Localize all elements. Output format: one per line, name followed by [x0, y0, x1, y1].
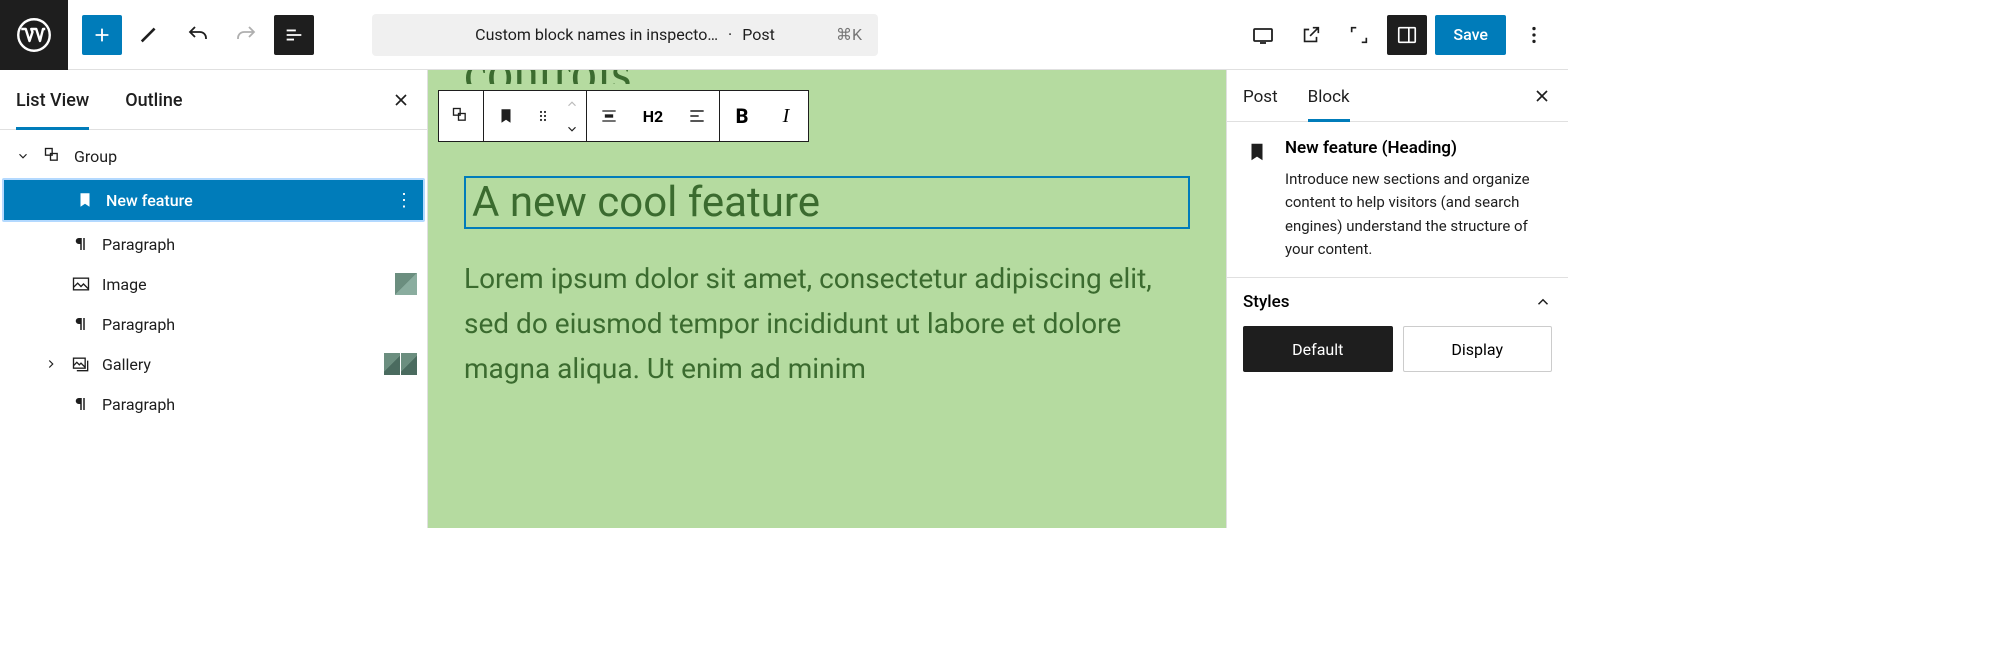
select-parent-button[interactable]	[439, 91, 483, 141]
block-card-description: Introduce new sections and organize cont…	[1285, 168, 1552, 261]
gallery-icon	[70, 354, 92, 374]
save-button[interactable]: Save	[1435, 15, 1506, 55]
tree-item-label: Image	[102, 275, 147, 294]
style-variant-display[interactable]: Display	[1403, 326, 1553, 372]
tab-outline[interactable]: Outline	[125, 90, 182, 129]
chevron-down-icon[interactable]	[14, 149, 32, 163]
block-type-button[interactable]	[484, 91, 528, 141]
tree-item-label: Paragraph	[102, 315, 175, 334]
command-shortcut: ⌘K	[836, 25, 862, 44]
tree-item-image[interactable]: Image	[0, 264, 427, 304]
paragraph-icon	[70, 315, 92, 333]
paragraph-icon	[70, 395, 92, 413]
styles-panel: Styles Default Display	[1227, 277, 1568, 388]
tools-button[interactable]	[130, 15, 170, 55]
gallery-thumbnail	[383, 353, 417, 375]
close-sidebar-button[interactable]	[1532, 86, 1552, 106]
italic-button[interactable]: I	[764, 91, 808, 141]
editor-canvas[interactable]: controls H2 B I	[428, 70, 1226, 528]
sidebar-tabs: Post Block	[1227, 70, 1568, 122]
tree-item-label: Paragraph	[102, 395, 175, 414]
partial-text-above: controls	[464, 70, 1190, 84]
view-button[interactable]	[1243, 15, 1283, 55]
topbar-right-tools: Save	[1243, 15, 1568, 55]
tab-list-view[interactable]: List View	[16, 90, 89, 129]
group-icon	[42, 146, 64, 166]
bold-button[interactable]: B	[720, 91, 764, 141]
command-center[interactable]: Custom block names in inspecto… · Post ⌘…	[372, 14, 878, 56]
heading-level-button[interactable]: H2	[631, 91, 675, 141]
topbar-left-tools	[68, 15, 328, 55]
tree-item-label: Group	[74, 147, 117, 166]
text-align-button[interactable]	[675, 91, 719, 141]
document-type: Post	[742, 25, 775, 44]
external-preview-button[interactable]	[1291, 15, 1331, 55]
block-mover	[558, 91, 586, 141]
redo-button[interactable]	[226, 15, 266, 55]
style-variants: Default Display	[1227, 326, 1568, 388]
chevron-up-icon	[1534, 293, 1552, 311]
undo-button[interactable]	[178, 15, 218, 55]
document-type-separator: ·	[728, 25, 732, 44]
document-overview-button[interactable]	[274, 15, 314, 55]
settings-sidebar: Post Block New feature (Heading) Introdu…	[1226, 70, 1568, 528]
image-thumbnail	[395, 273, 417, 295]
tree-item-group[interactable]: Group	[0, 136, 427, 176]
block-card-title: New feature (Heading)	[1285, 138, 1552, 158]
tree-item-gallery[interactable]: Gallery	[0, 344, 427, 384]
tab-block[interactable]: Block	[1308, 87, 1350, 121]
align-button[interactable]	[587, 91, 631, 141]
styles-label: Styles	[1243, 292, 1289, 312]
chevron-right-icon[interactable]	[42, 357, 60, 371]
editor-topbar: Custom block names in inspecto… · Post ⌘…	[0, 0, 1568, 70]
move-up-button[interactable]	[558, 91, 586, 116]
options-menu-button[interactable]	[1514, 15, 1554, 55]
paragraph-icon	[70, 235, 92, 253]
move-down-button[interactable]	[558, 116, 586, 141]
document-overview-panel: List View Outline Group New feature ⋮ Pa…	[0, 70, 428, 528]
editor-main: List View Outline Group New feature ⋮ Pa…	[0, 70, 1568, 528]
heading-text[interactable]: A new cool feature	[472, 178, 1182, 227]
overview-tabs: List View Outline	[0, 70, 427, 130]
tree-item-paragraph[interactable]: Paragraph	[0, 384, 427, 424]
styles-panel-toggle[interactable]: Styles	[1227, 278, 1568, 326]
image-icon	[70, 274, 92, 294]
tree-item-paragraph[interactable]: Paragraph	[0, 304, 427, 344]
heading-block[interactable]: A new cool feature	[464, 176, 1190, 229]
tab-post[interactable]: Post	[1243, 87, 1278, 121]
settings-sidebar-toggle[interactable]	[1387, 15, 1427, 55]
paragraph-block[interactable]: Lorem ipsum dolor sit amet, consectetur …	[464, 257, 1190, 391]
tree-item-paragraph[interactable]: Paragraph	[0, 224, 427, 264]
close-overview-button[interactable]	[391, 90, 411, 110]
block-toolbar: H2 B I	[438, 90, 809, 142]
tree-item-label: Gallery	[102, 355, 151, 374]
tree-item-options-button[interactable]: ⋮	[395, 190, 413, 211]
bookmark-icon	[74, 191, 96, 209]
document-title: Custom block names in inspecto…	[475, 25, 718, 44]
drag-handle[interactable]	[528, 91, 558, 141]
tree-item-label: New feature	[106, 191, 193, 210]
tree-item-new-feature[interactable]: New feature ⋮	[2, 178, 425, 222]
fullscreen-button[interactable]	[1339, 15, 1379, 55]
bookmark-icon	[1243, 138, 1271, 166]
block-tree: Group New feature ⋮ Paragraph Image Para…	[0, 130, 427, 424]
block-inserter-button[interactable]	[82, 15, 122, 55]
tree-item-label: Paragraph	[102, 235, 175, 254]
style-variant-default[interactable]: Default	[1243, 326, 1393, 372]
block-card: New feature (Heading) Introduce new sect…	[1227, 122, 1568, 277]
wordpress-logo[interactable]	[0, 0, 68, 70]
